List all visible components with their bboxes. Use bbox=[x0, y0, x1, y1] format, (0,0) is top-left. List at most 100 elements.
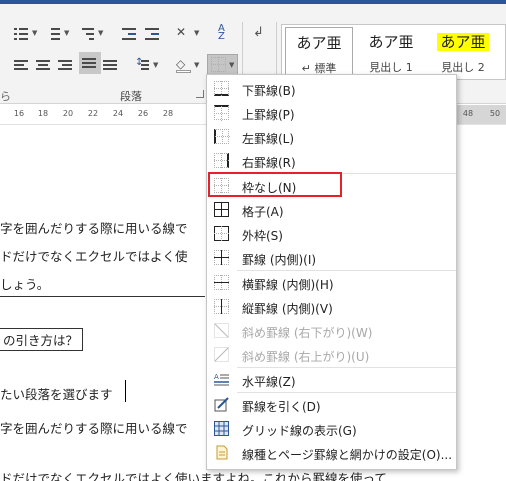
annotation-highlight-box bbox=[208, 172, 342, 197]
left-border-icon bbox=[214, 129, 230, 144]
menu-item-borders-and-shading[interactable]: 線種とページ罫線と網かけの設定(O)... bbox=[207, 441, 456, 465]
paragraph-group-label: 段落 bbox=[120, 90, 142, 103]
menu-item-horizontal-line[interactable]: A 水平線(Z) bbox=[207, 368, 456, 392]
ruler-number: 50 bbox=[489, 109, 501, 118]
menu-item-outside-borders[interactable]: 外枠(S) bbox=[207, 222, 456, 246]
style-name: 見出し 2 bbox=[441, 61, 485, 74]
menu-item-inside-horizontal[interactable]: 横罫線 (内側)(H) bbox=[207, 271, 456, 295]
chevron-down-icon: ▼ bbox=[229, 61, 235, 69]
ruler-number: 18 bbox=[37, 109, 49, 118]
paragraph-mark-icon: ↲ bbox=[253, 25, 264, 40]
menu-item-label: 罫線を引く(D) bbox=[242, 400, 321, 414]
shading-button[interactable]: ◇ ▼ bbox=[176, 54, 199, 76]
boxed-heading: の引き方は？ bbox=[0, 328, 84, 351]
paragraph-bottom-border bbox=[0, 296, 205, 297]
inside-borders-icon bbox=[214, 250, 229, 265]
chevron-down-icon: ▼ bbox=[194, 29, 200, 37]
align-left-icon bbox=[14, 57, 30, 73]
top-border-icon bbox=[214, 105, 229, 121]
ruler-number: 48 bbox=[462, 109, 474, 118]
ruler-number: 24 bbox=[112, 109, 124, 118]
justify-button[interactable] bbox=[79, 52, 101, 74]
menu-item-label: 上罫線(P) bbox=[242, 108, 295, 122]
chevron-down-icon: ▼ bbox=[64, 29, 70, 37]
style-sample: あア亜 bbox=[368, 33, 414, 51]
style-sample: あア亜 bbox=[437, 33, 489, 51]
increase-indent-icon bbox=[145, 25, 161, 41]
line-spacing-button[interactable]: ↕ ▼ bbox=[135, 54, 158, 76]
style-heading-1[interactable]: あア亜 見出し 1 bbox=[357, 27, 425, 77]
menu-item-draw-table[interactable]: 罫線を引く(D) bbox=[207, 393, 456, 417]
menu-item-label: 下罫線(B) bbox=[242, 84, 296, 98]
multilevel-list-button[interactable]: ▼ bbox=[80, 22, 103, 44]
numbering-button[interactable]: ▼ bbox=[46, 22, 69, 44]
decrease-indent-icon bbox=[122, 25, 138, 41]
document-line: 字を囲んだりする際に用いる線で bbox=[0, 421, 188, 436]
menu-item-label: 右罫線(R) bbox=[242, 156, 296, 170]
inside-horizontal-border-icon bbox=[214, 275, 229, 290]
document-line: 字を囲んだりする際に用いる線で bbox=[0, 221, 188, 236]
menu-item-label: 横罫線 (内側)(H) bbox=[242, 278, 334, 292]
distributed-icon bbox=[103, 57, 119, 73]
text-cursor bbox=[125, 380, 126, 402]
bullets-icon bbox=[14, 25, 30, 41]
menu-item-diagonal-up: 斜め罫線 (右上がり)(U) bbox=[207, 343, 456, 367]
menu-item-left-border[interactable]: 左罫線(L) bbox=[207, 125, 456, 149]
inside-vertical-border-icon bbox=[214, 299, 229, 314]
ruler-number: 16 bbox=[13, 109, 25, 118]
asian-layout-icon: ✕ bbox=[176, 25, 187, 39]
ruler-margin: 48 50 bbox=[455, 105, 506, 124]
style-gallery: あア亜 ↵ 標準 あア亜 見出し 1 あア亜 見出し 2 bbox=[281, 24, 506, 80]
menu-item-label: 縦罫線 (内側)(V) bbox=[242, 302, 333, 316]
align-center-button[interactable] bbox=[36, 54, 52, 76]
dialog-launcher-icon[interactable] bbox=[196, 90, 204, 98]
menu-item-top-border[interactable]: 上罫線(P) bbox=[207, 101, 456, 125]
menu-item-label: 斜め罫線 (右下がり)(W) bbox=[242, 326, 373, 340]
style-sample: あア亜 bbox=[296, 34, 342, 52]
all-borders-icon bbox=[214, 202, 229, 217]
border-icon bbox=[211, 57, 227, 73]
borders-and-shading-icon bbox=[214, 445, 229, 460]
menu-item-view-gridlines[interactable]: グリッド線の表示(G) bbox=[207, 417, 456, 441]
align-left-button[interactable] bbox=[14, 54, 30, 76]
shading-icon: ◇ bbox=[176, 57, 192, 73]
style-normal[interactable]: あア亜 ↵ 標準 bbox=[285, 27, 353, 77]
diagonal-down-border-icon bbox=[214, 323, 229, 338]
horizontal-line-icon: A bbox=[214, 372, 229, 387]
menu-item-right-border[interactable]: 右罫線(R) bbox=[207, 149, 456, 173]
menu-item-label: 罫線 (内側)(I) bbox=[242, 253, 317, 267]
borders-button[interactable]: ▼ bbox=[207, 54, 239, 76]
align-right-button[interactable] bbox=[58, 54, 74, 76]
document-line: ドだけでなくエクセルではよく使 bbox=[0, 249, 188, 264]
asian-layout-button[interactable]: ✕ ▼ bbox=[176, 22, 199, 44]
increase-indent-button[interactable] bbox=[145, 22, 161, 44]
sort-button[interactable]: AZ bbox=[218, 22, 234, 44]
style-name: 見出し 1 bbox=[369, 61, 413, 74]
sort-icon: AZ bbox=[218, 23, 225, 42]
menu-item-label: 左罫線(L) bbox=[242, 132, 295, 146]
style-heading-2[interactable]: あア亜 見出し 2 bbox=[429, 27, 497, 77]
right-border-icon bbox=[214, 153, 229, 168]
ruler-number: 28 bbox=[162, 109, 174, 118]
menu-item-all-borders[interactable]: 格子(A) bbox=[207, 198, 456, 222]
draw-table-icon bbox=[214, 397, 229, 412]
ruler-number: 26 bbox=[137, 109, 149, 118]
ruler-number: 20 bbox=[62, 109, 74, 118]
distributed-button[interactable] bbox=[103, 54, 119, 76]
multilevel-list-icon bbox=[80, 25, 96, 41]
menu-item-label: グリッド線の表示(G) bbox=[242, 424, 357, 438]
decrease-indent-button[interactable] bbox=[122, 22, 138, 44]
ruler-number: 22 bbox=[87, 109, 99, 118]
menu-item-label: 斜め罫線 (右上がり)(U) bbox=[242, 350, 370, 364]
menu-item-label: 外枠(S) bbox=[242, 229, 283, 243]
menu-item-bottom-border[interactable]: 下罫線(B) bbox=[207, 77, 456, 101]
svg-text:A: A bbox=[214, 373, 219, 381]
menu-item-inside-borders[interactable]: 罫線 (内側)(I) bbox=[207, 246, 456, 270]
bullets-button[interactable]: ▼ bbox=[14, 22, 37, 44]
bottom-border-icon bbox=[214, 81, 229, 96]
document-line: たい段落を選びます bbox=[0, 387, 113, 402]
line-spacing-icon: ↕ bbox=[135, 57, 151, 73]
show-formatting-marks-button[interactable]: ↲ bbox=[253, 22, 269, 44]
menu-item-inside-vertical[interactable]: 縦罫線 (内側)(V) bbox=[207, 295, 456, 319]
menu-item-label: 水平線(Z) bbox=[242, 375, 296, 389]
